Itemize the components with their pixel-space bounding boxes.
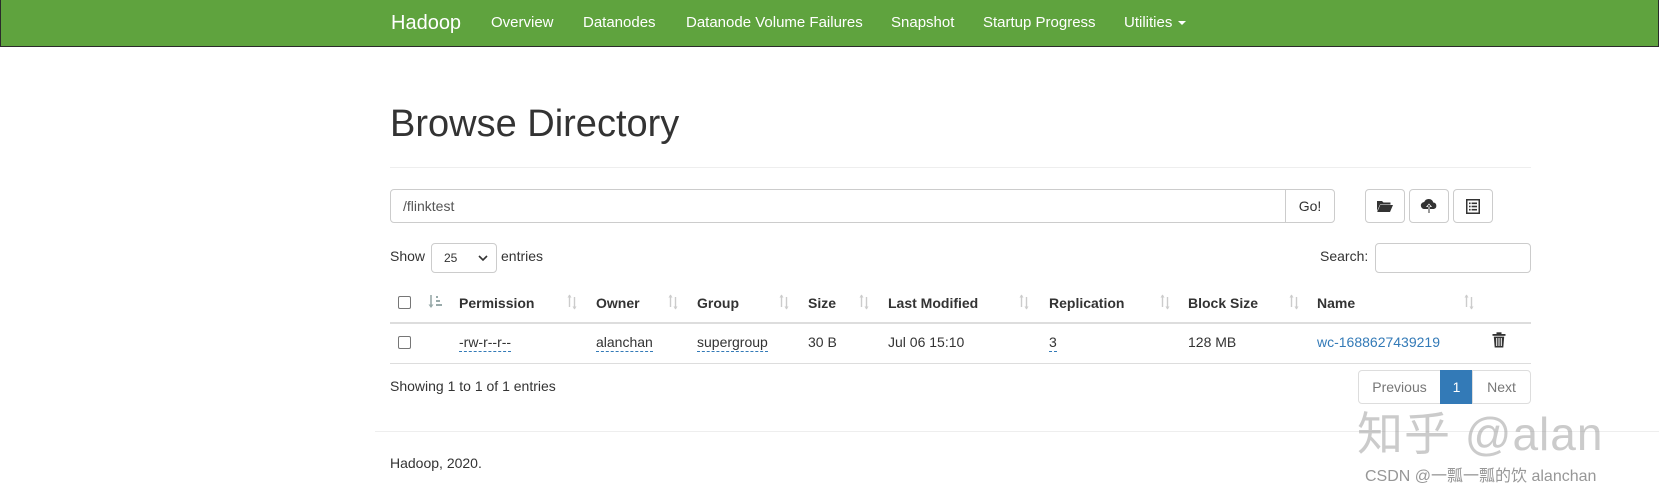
- chevron-down-icon: [1178, 21, 1187, 26]
- page-size-select[interactable]: 25: [431, 243, 497, 273]
- sort-both-icon[interactable]: [1289, 294, 1299, 310]
- show-label: Show: [390, 248, 426, 264]
- sort-asc-icon[interactable]: [428, 294, 444, 310]
- upload-files-button[interactable]: [1409, 189, 1449, 223]
- cut-paste-button[interactable]: [1453, 189, 1493, 223]
- table-header-divider: [390, 322, 1531, 324]
- column-header-last-modified[interactable]: Last Modified: [888, 295, 978, 311]
- cell-block-size: 128 MB: [1188, 334, 1237, 350]
- nav-item-datanode-volume-failures[interactable]: Datanode Volume Failures: [686, 14, 863, 31]
- cell-replication[interactable]: 3: [1049, 334, 1057, 352]
- column-header-group[interactable]: Group: [697, 295, 739, 311]
- column-header-block-size[interactable]: Block Size: [1188, 295, 1258, 311]
- nav-item-utilities[interactable]: Utilities: [1124, 14, 1187, 31]
- entries-label: entries: [501, 248, 544, 264]
- list-alt-icon: [1466, 198, 1480, 214]
- column-header-owner[interactable]: Owner: [596, 295, 640, 311]
- column-header-size[interactable]: Size: [808, 295, 836, 311]
- footer-copyright: Hadoop, 2020.: [390, 455, 482, 471]
- cell-size: 30 B: [808, 334, 837, 350]
- sort-both-icon[interactable]: [1019, 294, 1029, 310]
- navbar-brand[interactable]: Hadoop: [391, 12, 461, 35]
- search-label: Search:: [1320, 248, 1369, 264]
- page-title: Browse Directory: [390, 103, 680, 145]
- cell-owner[interactable]: alanchan: [596, 334, 653, 352]
- chevron-down-icon: [478, 254, 488, 261]
- nav-item-snapshot[interactable]: Snapshot: [891, 14, 954, 31]
- go-button[interactable]: Go!: [1285, 189, 1335, 223]
- column-header-permission[interactable]: Permission: [459, 295, 534, 311]
- directory-path-input[interactable]: [390, 189, 1286, 223]
- column-header-name[interactable]: Name: [1317, 295, 1355, 311]
- trash-icon[interactable]: [1492, 332, 1506, 348]
- sort-both-icon[interactable]: [1464, 294, 1474, 310]
- sort-both-icon[interactable]: [779, 294, 789, 310]
- cell-permission[interactable]: -rw-r--r--: [459, 334, 512, 352]
- folder-open-icon: [1377, 201, 1393, 212]
- page-size-value: 25: [444, 251, 458, 265]
- cell-name-link[interactable]: wc-1688627439219: [1317, 334, 1440, 350]
- table-info: Showing 1 to 1 of 1 entries: [390, 378, 556, 394]
- cell-last-modified: Jul 06 15:10: [888, 334, 965, 350]
- select-all-checkbox[interactable]: [398, 296, 411, 309]
- zhihu-watermark: 知乎 @alan: [1357, 408, 1604, 460]
- create-directory-button[interactable]: [1365, 189, 1405, 223]
- search-input[interactable]: [1375, 243, 1531, 273]
- top-navbar: Hadoop Overview Datanodes Datanode Volum…: [0, 0, 1659, 47]
- sort-both-icon[interactable]: [567, 294, 577, 310]
- sort-both-icon[interactable]: [1160, 294, 1170, 310]
- column-header-replication[interactable]: Replication: [1049, 295, 1124, 311]
- table-row-divider: [390, 363, 1531, 364]
- nav-item-utilities-label: Utilities: [1124, 14, 1173, 31]
- nav-item-datanodes[interactable]: Datanodes: [583, 14, 656, 31]
- nav-item-startup-progress[interactable]: Startup Progress: [983, 14, 1096, 31]
- sort-both-icon[interactable]: [859, 294, 869, 310]
- cell-group[interactable]: supergroup: [697, 334, 768, 352]
- header-divider: [390, 167, 1531, 168]
- row-checkbox[interactable]: [398, 336, 411, 349]
- csdn-watermark: CSDN @一瓢一瓢的饮 alanchan: [1365, 468, 1597, 485]
- sort-both-icon[interactable]: [668, 294, 678, 310]
- cloud-upload-icon: [1420, 198, 1437, 213]
- nav-item-overview[interactable]: Overview: [491, 14, 554, 31]
